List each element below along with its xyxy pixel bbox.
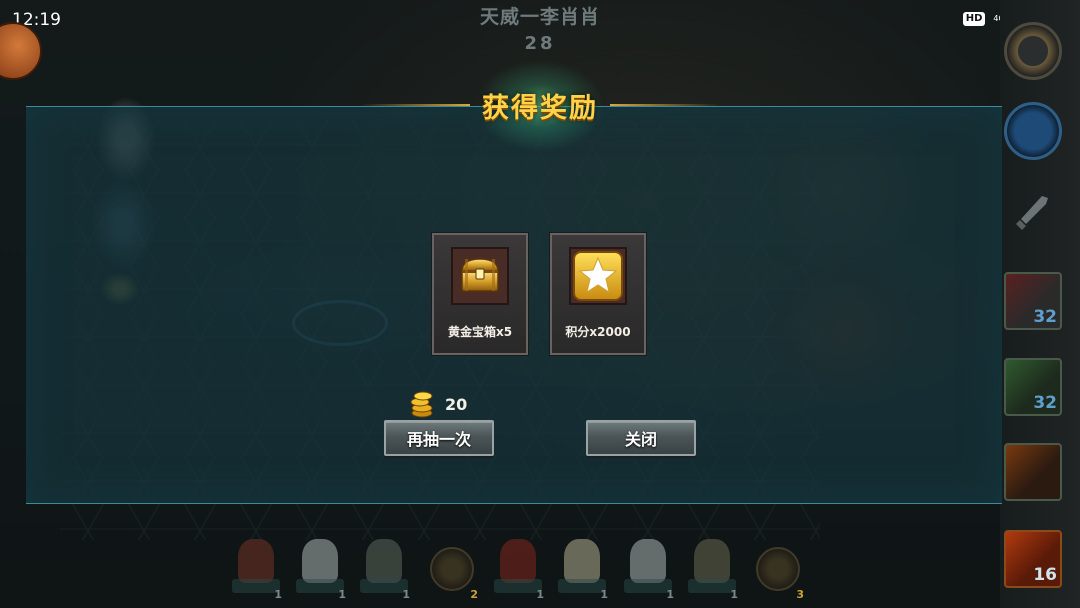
unit-base [624,579,672,593]
unit-slot[interactable]: 1 [492,535,544,601]
unit-slot[interactable]: 1 [556,535,608,601]
game-screen: 12:19 HD 4G 37 天威一李肖肖 28 32 32 16 [0,0,1080,608]
skill-count: 16 [1033,565,1057,585]
player-title: 天威一李肖肖 [479,6,600,28]
draw-again-button[interactable]: 再抽一次 [384,420,494,456]
gold-coins-icon [410,391,433,418]
unit-base [558,579,606,593]
right-sidebar: 32 32 16 [1000,0,1080,608]
unit-base [296,579,344,593]
unit-slot[interactable]: 1 [358,535,410,601]
skill-card-2[interactable]: 32 [1004,358,1062,416]
sword-icon[interactable] [1012,192,1052,236]
treasure-chest-icon [461,258,499,292]
soldier-icon [366,539,402,583]
skill-card-3[interactable] [1004,443,1062,501]
cavalry-icon [302,539,338,583]
unit-count: 1 [274,588,282,601]
skill-count: 32 [1033,393,1057,413]
skill-card-4[interactable]: 16 [1004,530,1062,588]
unit-count: 3 [796,588,804,601]
unit-count: 1 [402,588,410,601]
cavalry-icon [564,539,600,583]
close-button[interactable]: 关闭 [586,420,696,456]
star-icon [573,251,623,301]
unit-slot[interactable]: 1 [622,535,674,601]
cavalry-icon [630,539,666,583]
unit-count: 1 [536,588,544,601]
unit-count: 1 [600,588,608,601]
settings-gear-icon[interactable] [1004,22,1062,80]
soldier-icon [694,539,730,583]
player-score: 28 [524,33,556,54]
reward-icon-frame [569,247,627,305]
hourglass-icon [430,547,474,591]
unit-slot[interactable]: 1 [686,535,738,601]
unit-base [232,579,280,593]
unit-base [688,579,736,593]
reward-label: 黄金宝箱x5 [447,325,513,339]
skill-count: 32 [1033,307,1057,327]
unit-slot[interactable]: 1 [230,535,282,601]
draw-cost-value: 20 [445,395,468,414]
unit-slot[interactable]: 1 [294,535,346,601]
unit-base [494,579,542,593]
reward-dialog-title: 获得奖励 [482,93,598,124]
hourglass-icon [756,547,800,591]
unit-count: 1 [666,588,674,601]
cavalry-icon [238,539,274,583]
unit-count: 1 [730,588,738,601]
cavalry-icon [500,539,536,583]
unit-slot[interactable]: 2 [426,535,478,601]
unit-base [360,579,408,593]
reward-card-points[interactable]: 积分x2000 [550,233,646,355]
unit-bar: 1 1 1 2 1 1 1 1 3 [230,535,810,608]
unit-count: 1 [338,588,346,601]
skill-card-1[interactable]: 32 [1004,272,1062,330]
reward-card-gold-chest[interactable]: 黄金宝箱x5 [432,233,528,355]
unit-count: 2 [470,588,478,601]
unit-slot[interactable]: 3 [752,535,804,601]
team-icon[interactable] [1004,102,1062,160]
reward-label: 积分x2000 [565,325,631,339]
reward-icon-frame [451,247,509,305]
